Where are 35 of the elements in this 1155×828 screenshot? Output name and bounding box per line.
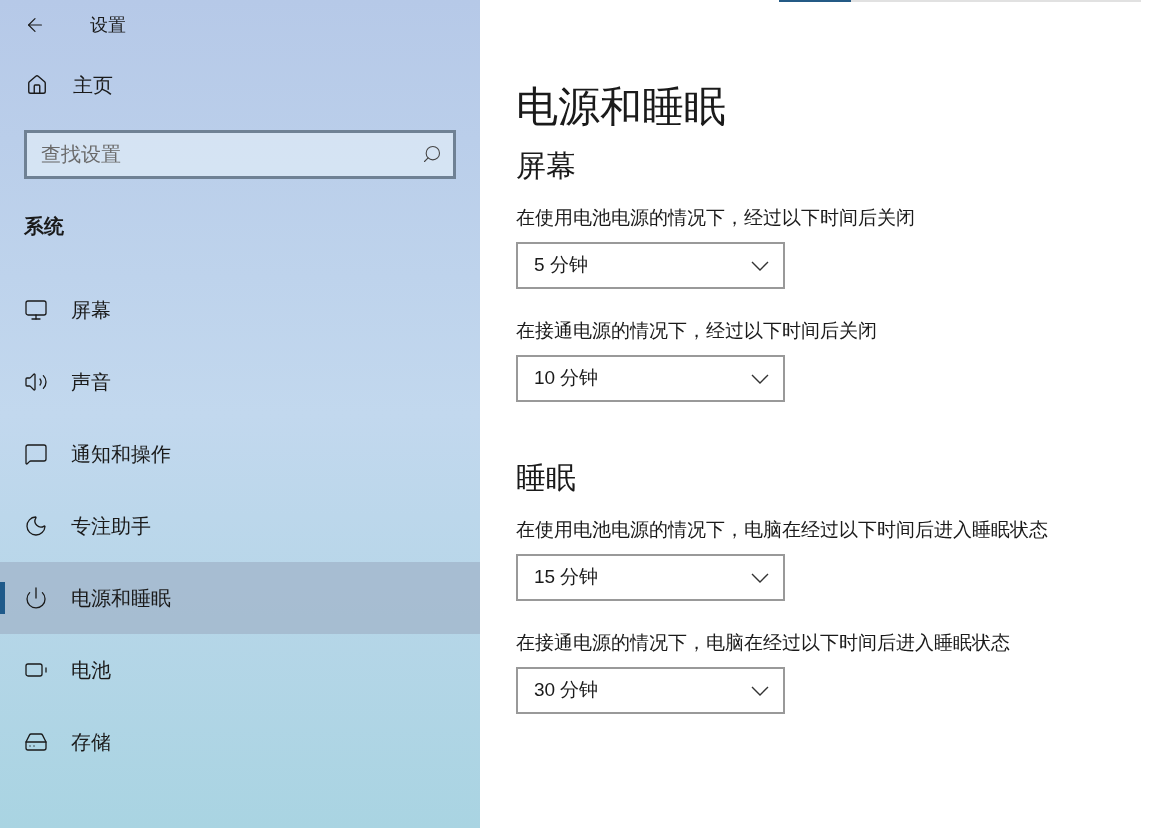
chevron-down-icon (751, 373, 769, 384)
section-heading: 系统 (24, 214, 65, 239)
chevron-down-icon (751, 260, 769, 271)
moon-icon (24, 514, 48, 538)
nav-item[interactable]: 电源和睡眠 (0, 562, 480, 634)
setting-label: 在接通电源的情况下，电脑在经过以下时间后进入睡眠状态 (516, 631, 1011, 655)
time-dropdown[interactable]: 10 分钟 (516, 355, 785, 402)
time-dropdown[interactable]: 5 分钟 (516, 242, 785, 289)
nav-item[interactable]: 存储 (0, 706, 480, 778)
speaker-icon (24, 370, 48, 394)
page-title: 电源和睡眠 (516, 82, 727, 132)
monitor-icon (24, 298, 48, 322)
window-title: 设置 (90, 13, 126, 37)
section-heading: 睡眠 (516, 460, 577, 496)
home-icon (26, 74, 48, 96)
drive-icon (24, 730, 48, 754)
power-icon (24, 586, 48, 610)
chevron-down-icon (751, 685, 769, 696)
search-icon (422, 144, 442, 164)
home-link[interactable]: 主页 (0, 60, 480, 110)
search-field[interactable]: 查找设置 (24, 130, 456, 179)
chevron-down-icon (751, 572, 769, 583)
setting-label: 在接通电源的情况下，经过以下时间后关闭 (516, 319, 878, 343)
nav-item[interactable]: 专注助手 (0, 490, 480, 562)
setting-label: 在使用电池电源的情况下，电脑在经过以下时间后进入睡眠状态 (516, 518, 1049, 542)
time-dropdown[interactable]: 30 分钟 (516, 667, 785, 714)
setting-label: 在使用电池电源的情况下，经过以下时间后关闭 (516, 206, 916, 230)
nav-item[interactable]: 通知和操作 (0, 418, 480, 490)
message-icon (24, 442, 48, 466)
nav-item[interactable]: 电池 (0, 634, 480, 706)
selection-indicator (0, 582, 5, 614)
section-heading: 屏幕 (516, 148, 577, 184)
time-dropdown[interactable]: 15 分钟 (516, 554, 785, 601)
nav-item[interactable]: 声音 (0, 346, 480, 418)
nav-item[interactable]: 屏幕 (0, 274, 480, 346)
